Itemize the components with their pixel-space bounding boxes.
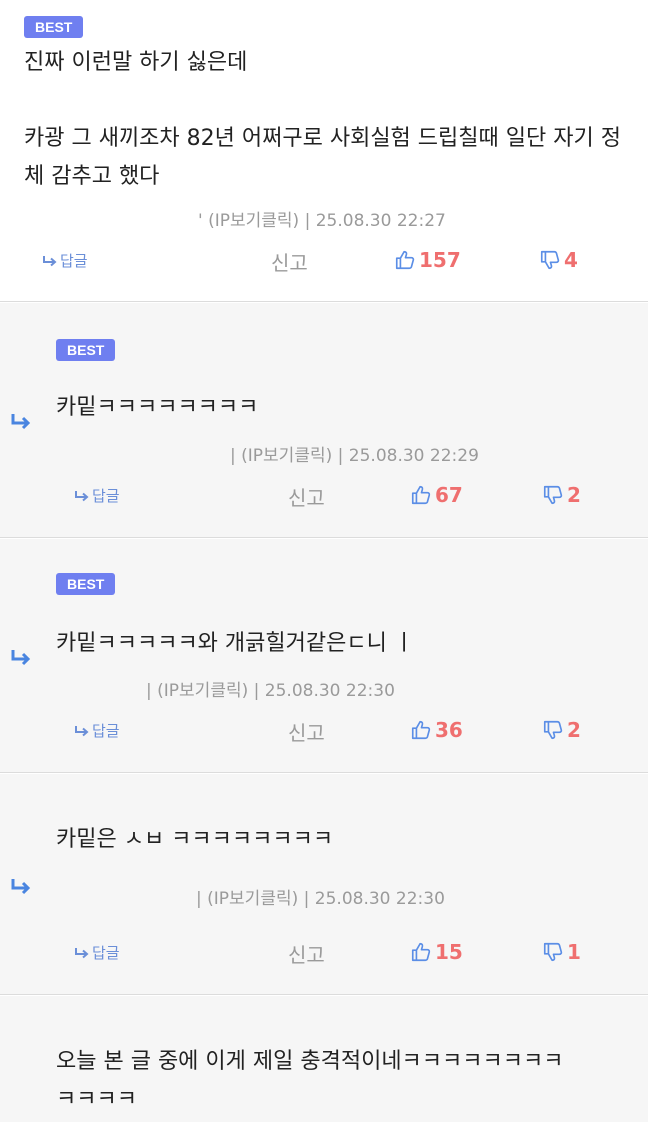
dislike-button[interactable]: 2 [542, 718, 581, 742]
dislike-button[interactable]: 2 [542, 483, 581, 507]
report-button[interactable]: 신고 [288, 717, 325, 746]
report-button[interactable]: 신고 [288, 939, 325, 968]
thumbs-up-icon [411, 720, 431, 740]
reply-button[interactable]: 답글 [74, 942, 120, 963]
like-button[interactable]: 36 [410, 718, 463, 742]
comment-text: 카밑ㅋㅋㅋㅋㅋ와 개긁힐거같은ㄷ니 ㅣ [56, 631, 415, 656]
comment-4: 카밑은 ㅅㅂ ㅋㅋㅋㅋㅋㅋㅋㅋ | (IP보기클릭) | 25.08.30 22… [0, 774, 648, 995]
comment-text: 오늘 본 글 중에 이게 제일 충격적이네ㅋㅋㅋㅋㅋㅋㅋㅋ ㅋㅋㅋㅋ [56, 1049, 564, 1112]
author-name[interactable]: ' [198, 211, 203, 231]
reply-label: 답글 [92, 944, 120, 962]
comment-3: BEST 카밑ㅋㅋㅋㅋㅋ와 개긁힐거같은ㄷ니 ㅣ | (IP보기클릭) | 25… [0, 539, 648, 773]
comment-meta: ' (IP보기클릭) | 25.08.30 22:27 [198, 206, 446, 231]
reply-small-icon [43, 255, 57, 266]
dislike-button[interactable]: 1 [542, 940, 581, 964]
like-button[interactable]: 67 [410, 483, 463, 507]
comment-date: 25.08.30 22:30 [314, 889, 445, 909]
best-badge: BEST [24, 16, 84, 38]
thumbs-down-icon [543, 720, 563, 740]
thumbs-down-icon [540, 250, 560, 270]
reply-small-icon [75, 490, 89, 501]
comment-5: 오늘 본 글 중에 이게 제일 충격적이네ㅋㅋㅋㅋㅋㅋㅋㅋ ㅋㅋㅋㅋ [0, 996, 648, 1122]
comment-meta: | (IP보기클릭) | 25.08.30 22:30 [196, 884, 445, 909]
reply-arrow-icon [11, 414, 31, 430]
like-count: 15 [435, 940, 463, 964]
author-name[interactable]: | [146, 681, 152, 701]
comment-meta: | (IP보기클릭) | 25.08.30 22:30 [146, 676, 395, 701]
dislike-count: 2 [567, 718, 581, 742]
thumbs-down-icon [543, 942, 563, 962]
dislike-count: 4 [564, 248, 578, 272]
thumbs-up-icon [395, 250, 415, 270]
like-count: 67 [435, 483, 463, 507]
best-badge: BEST [56, 339, 116, 361]
author-name[interactable]: | [196, 889, 202, 909]
reply-button[interactable]: 답글 [74, 720, 120, 741]
like-button[interactable]: 157 [394, 248, 461, 272]
comment-text: 카밑ㅋㅋㅋㅋㅋㅋㅋㅋ [56, 395, 259, 420]
comment-date: 25.08.30 22:30 [264, 681, 395, 701]
comment-text: 진짜 이런말 하기 싫은데 카광 그 새끼조차 82년 어쩌구로 사회실험 드립… [24, 50, 621, 189]
ip-view-link[interactable]: (IP보기클릭) [207, 889, 298, 909]
report-button[interactable]: 신고 [271, 247, 308, 276]
comment-date: 25.08.30 22:29 [348, 446, 479, 466]
comment-1: BEST 진짜 이런말 하기 싫은데 카광 그 새끼조차 82년 어쩌구로 사회… [0, 0, 648, 302]
reply-small-icon [75, 947, 89, 958]
reply-label: 답글 [92, 722, 120, 740]
thumbs-down-icon [543, 485, 563, 505]
ip-view-link[interactable]: (IP보기클릭) [241, 446, 332, 466]
thumbs-up-icon [411, 485, 431, 505]
dislike-count: 1 [567, 940, 581, 964]
ip-view-link[interactable]: (IP보기클릭) [157, 681, 248, 701]
like-count: 157 [419, 248, 461, 272]
reply-arrow-icon [11, 650, 31, 666]
comment-text: 카밑은 ㅅㅂ ㅋㅋㅋㅋㅋㅋㅋㅋ [56, 827, 334, 852]
comment-2: BEST 카밑ㅋㅋㅋㅋㅋㅋㅋㅋ | (IP보기클릭) | 25.08.30 22… [0, 303, 648, 538]
reply-button[interactable]: 답글 [74, 485, 120, 506]
comment-date: 25.08.30 22:27 [315, 211, 446, 231]
author-name[interactable]: | [230, 446, 236, 466]
meta-separator: | [303, 889, 310, 909]
dislike-button[interactable]: 4 [539, 248, 578, 272]
dislike-count: 2 [567, 483, 581, 507]
like-button[interactable]: 15 [410, 940, 463, 964]
reply-label: 답글 [60, 252, 88, 270]
meta-separator: | [337, 446, 344, 466]
best-badge: BEST [56, 573, 116, 595]
meta-separator: | [253, 681, 260, 701]
comment-meta: | (IP보기클릭) | 25.08.30 22:29 [230, 441, 479, 466]
thumbs-up-icon [411, 942, 431, 962]
report-button[interactable]: 신고 [288, 482, 325, 511]
reply-button[interactable]: 답글 [42, 250, 88, 271]
meta-separator: | [304, 211, 311, 231]
reply-label: 답글 [92, 487, 120, 505]
reply-small-icon [75, 725, 89, 736]
reply-arrow-icon [11, 879, 31, 895]
ip-view-link[interactable]: (IP보기클릭) [208, 211, 299, 231]
like-count: 36 [435, 718, 463, 742]
